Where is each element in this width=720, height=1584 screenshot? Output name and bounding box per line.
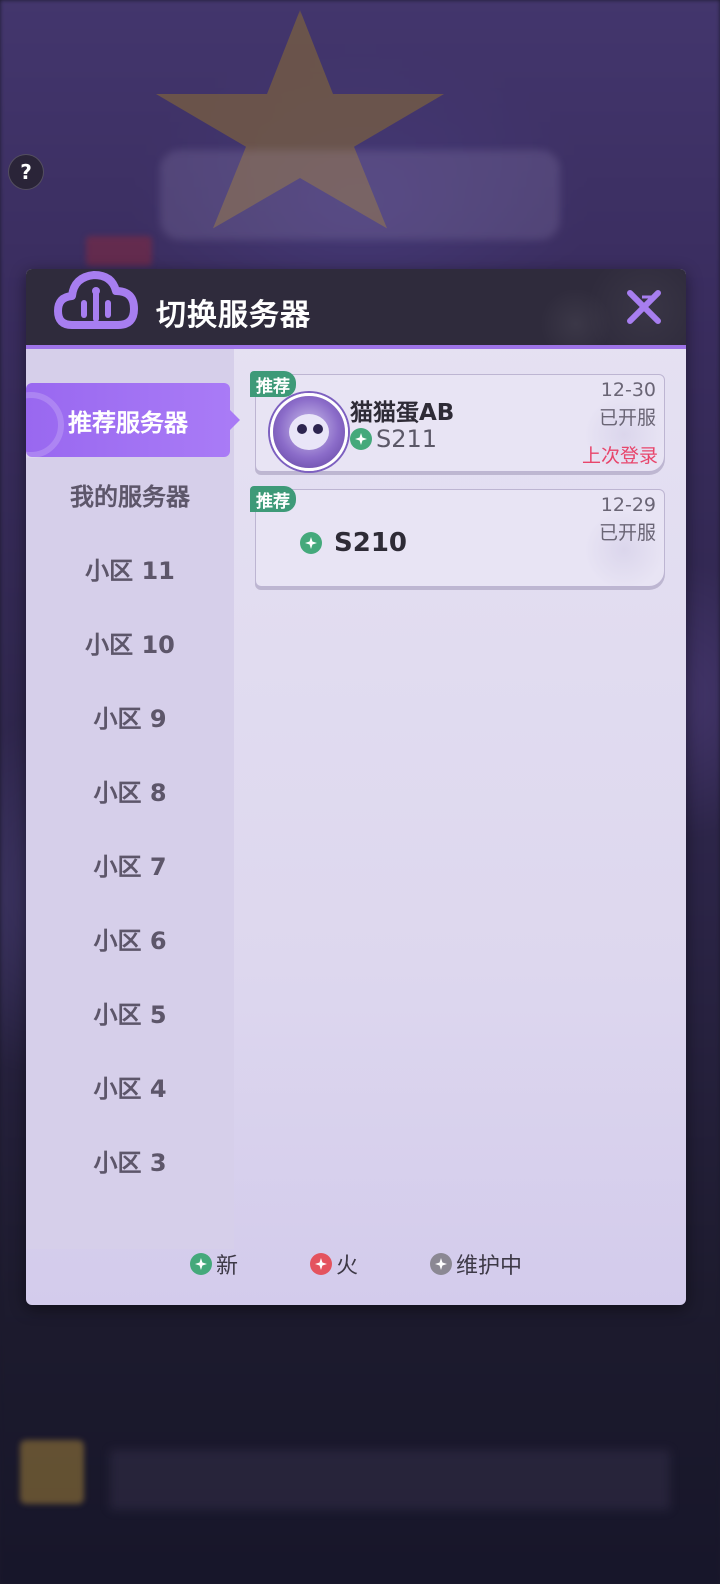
server-switch-dialog: 切换服务器 推荐服务器 我的服务器 小区 11 小区 10 小区 9 小区 8 … — [26, 269, 686, 1305]
background-publisher-logo — [20, 1440, 84, 1504]
maintenance-status-icon — [430, 1253, 452, 1275]
sidebar-item-zone-6[interactable]: 小区 6 — [26, 903, 234, 973]
new-status-icon — [300, 532, 322, 554]
open-date: 12-29 — [600, 494, 656, 516]
background-game-logo — [160, 150, 560, 240]
new-status-icon — [189, 1253, 212, 1275]
sidebar-item-zone-8[interactable]: 小区 8 — [26, 755, 234, 825]
sidebar-item-label: 小区 4 — [93, 1074, 167, 1103]
dialog-header: 切换服务器 — [26, 269, 686, 349]
sidebar-item-label: 小区 7 — [93, 852, 167, 881]
server-region-sidebar: 推荐服务器 我的服务器 小区 11 小区 10 小区 9 小区 8 小区 7 小… — [26, 349, 240, 1249]
server-id: S210 — [334, 528, 407, 558]
sidebar-item-zone-9[interactable]: 小区 9 — [26, 681, 234, 751]
sidebar-item-label: 推荐服务器 — [68, 408, 188, 437]
new-status-icon — [350, 428, 372, 450]
status-legend: 新 火 维护中 — [26, 1244, 686, 1284]
legend-hot: 火 — [309, 1248, 358, 1280]
cloud-server-icon — [54, 271, 138, 329]
avatar-eye — [297, 424, 307, 434]
legend-label: 维护中 — [456, 1254, 523, 1279]
server-id-row: S210 — [300, 528, 407, 558]
sidebar-item-recommended[interactable]: 推荐服务器 — [26, 383, 240, 458]
sidebar-item-my-servers[interactable]: 我的服务器 — [26, 459, 234, 529]
avatar-eye — [313, 424, 323, 434]
sidebar-item-zone-7[interactable]: 小区 7 — [26, 829, 234, 899]
close-icon[interactable] — [624, 287, 664, 327]
recommended-tag: 推荐 — [250, 371, 296, 397]
legend-label: 新 — [215, 1254, 238, 1279]
recommended-tag: 推荐 — [250, 486, 296, 512]
background-footer-text — [110, 1450, 670, 1510]
active-arrow-icon — [230, 410, 240, 430]
help-button[interactable]: ? — [8, 154, 44, 190]
sidebar-item-label: 我的服务器 — [70, 482, 190, 511]
sidebar-item-zone-5[interactable]: 小区 5 — [26, 977, 234, 1047]
legend-new: 新 — [189, 1248, 238, 1280]
server-id: S211 — [376, 425, 438, 453]
sidebar-item-zone-11[interactable]: 小区 11 — [26, 533, 234, 603]
hot-status-icon — [309, 1253, 332, 1275]
open-date: 12-30 — [600, 379, 656, 401]
character-name: 猫猫蛋AB — [350, 400, 455, 426]
open-status: 已开服 — [598, 407, 656, 429]
server-card[interactable]: 推荐 猫猫蛋AB S211 12-30 已开服 上次登录 — [250, 371, 665, 472]
open-status: 已开服 — [598, 522, 656, 544]
server-card[interactable]: 推荐 S210 12-29 已开服 — [250, 486, 665, 587]
legend-label: 火 — [335, 1254, 358, 1279]
player-avatar — [270, 393, 348, 471]
question-icon: ? — [20, 160, 32, 184]
background-badge — [86, 236, 152, 266]
dialog-title: 切换服务器 — [156, 298, 311, 333]
last-login-label: 上次登录 — [581, 445, 658, 467]
sidebar-item-zone-10[interactable]: 小区 10 — [26, 607, 234, 677]
sidebar-item-decoration — [26, 392, 64, 458]
avatar-face — [289, 414, 329, 450]
sidebar-item-label: 小区 5 — [93, 1000, 167, 1029]
server-id-row: S211 — [350, 425, 437, 453]
sidebar-item-label: 小区 11 — [85, 556, 175, 585]
sidebar-item-zone-4[interactable]: 小区 4 — [26, 1051, 234, 1121]
sidebar-item-label: 小区 6 — [93, 926, 167, 955]
sidebar-item-zone-3[interactable]: 小区 3 — [26, 1125, 234, 1195]
sidebar-item-label: 小区 9 — [93, 704, 167, 733]
legend-maintenance: 维护中 — [430, 1248, 522, 1280]
sidebar-item-label: 小区 8 — [93, 778, 167, 807]
sidebar-item-label: 小区 3 — [93, 1148, 167, 1177]
sidebar-item-label: 小区 10 — [85, 630, 175, 659]
